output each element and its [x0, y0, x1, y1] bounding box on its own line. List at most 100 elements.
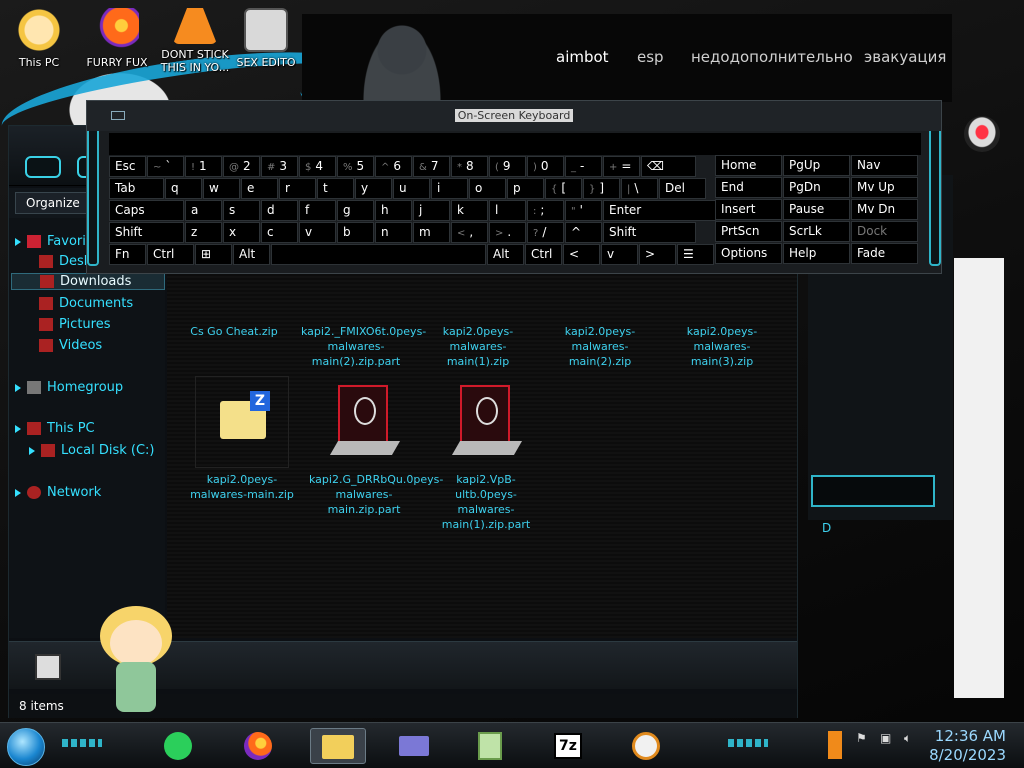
keyboard-key[interactable]: Fn	[109, 244, 146, 265]
keyboard-key[interactable]: r	[279, 178, 316, 199]
keyboard-key[interactable]: y	[355, 178, 392, 199]
keyboard-key[interactable]: _ -	[565, 156, 602, 177]
nav-network[interactable]: Network	[15, 485, 101, 500]
keyboard-key[interactable]: % 5	[337, 156, 374, 177]
keyboard-nav-key[interactable]: Mv Up	[851, 177, 918, 198]
keyboard-key[interactable]: Ctrl	[525, 244, 562, 265]
keyboard-key[interactable]	[271, 244, 486, 265]
keyboard-key[interactable]: d	[261, 200, 298, 221]
keyboard-key[interactable]: t	[317, 178, 354, 199]
keyboard-nav-key[interactable]: Nav	[851, 155, 918, 176]
taskbar-firefox[interactable]	[230, 728, 286, 764]
nav-videos[interactable]: Videos	[39, 338, 102, 353]
tab-evacuation[interactable]: эвакуация	[864, 48, 946, 66]
keyboard-key[interactable]: ! 1	[185, 156, 222, 177]
keyboard-nav-key[interactable]: Pause	[783, 199, 850, 220]
keyboard-key[interactable]: Shift	[603, 222, 696, 243]
keyboard-key[interactable]: ) 0	[527, 156, 564, 177]
keyboard-key[interactable]: v	[299, 222, 336, 243]
taskbar-7zip[interactable]: 7z	[540, 728, 596, 764]
desktop-icon-sex-edito[interactable]: SEX EDITO	[234, 8, 298, 69]
taskbar-control-panel[interactable]	[386, 728, 442, 764]
nav-documents[interactable]: Documents	[39, 296, 133, 311]
tab-extra[interactable]: недодополнительно	[691, 48, 853, 66]
keyboard-key[interactable]: a	[185, 200, 222, 221]
keyboard-key[interactable]: <	[563, 244, 600, 265]
keyboard-key[interactable]: Alt	[233, 244, 270, 265]
keyboard-key[interactable]: Caps	[109, 200, 184, 221]
keyboard-nav-key[interactable]: Insert	[715, 199, 782, 220]
keyboard-key[interactable]: ⌫	[641, 156, 696, 177]
keyboard-titlebar[interactable]: On-Screen Keyboard	[87, 101, 941, 131]
expand-arrow-icon[interactable]	[15, 237, 21, 246]
flag-icon[interactable]: ⚑	[856, 731, 867, 759]
keyboard-key[interactable]: >	[639, 244, 676, 265]
organize-button[interactable]: Organize	[15, 192, 95, 214]
keyboard-key[interactable]: e	[241, 178, 278, 199]
back-button[interactable]	[25, 156, 61, 178]
keyboard-nav-key[interactable]: Home	[715, 155, 782, 176]
expand-arrow-icon[interactable]	[15, 488, 21, 497]
keyboard-key[interactable]: Del	[659, 178, 706, 199]
keyboard-key[interactable]: w	[203, 178, 240, 199]
file-item[interactable]: kapi2.G_DRRbQu.0peys-malwares-main.zip.p…	[309, 376, 443, 517]
keyboard-key[interactable]: Tab	[109, 178, 164, 199]
expand-arrow-icon[interactable]	[15, 383, 21, 392]
keyboard-key[interactable]: f	[299, 200, 336, 221]
expand-arrow-icon[interactable]	[29, 446, 35, 455]
keyboard-key[interactable]: >.	[489, 222, 526, 243]
keyboard-key[interactable]: Enter	[603, 200, 716, 221]
keyboard-nav-key[interactable]: Options	[715, 243, 782, 264]
keyboard-key[interactable]: " '	[565, 200, 602, 221]
keyboard-key[interactable]: @2	[223, 156, 260, 177]
keyboard-key[interactable]: s	[223, 200, 260, 221]
keyboard-key[interactable]: ☰	[677, 244, 714, 265]
keyboard-nav-key[interactable]: PgDn	[783, 177, 850, 198]
keyboard-key[interactable]: l	[489, 200, 526, 221]
file-item[interactable]: kapi2.0peys-malwares-main(3).zip	[667, 324, 777, 369]
keyboard-key[interactable]: ⊞	[195, 244, 232, 265]
keyboard-key[interactable]: u	[393, 178, 430, 199]
network-tray-icon[interactable]: ▣	[880, 731, 891, 759]
keyboard-key[interactable]: + =	[603, 156, 640, 177]
keyboard-key[interactable]: m	[413, 222, 450, 243]
keyboard-nav-key[interactable]: Mv Dn	[851, 199, 918, 220]
keyboard-key[interactable]: | \	[621, 178, 658, 199]
keyboard-key[interactable]: * 8	[451, 156, 488, 177]
file-item[interactable]: kapi2.0peys-malwares-main(1).zip	[423, 324, 533, 369]
desktop-icon-this-pc[interactable]: This PC	[0, 8, 78, 69]
keyboard-nav-key[interactable]: PgUp	[783, 155, 850, 176]
keyboard-key[interactable]: Alt	[487, 244, 524, 265]
nav-downloads[interactable]: Downloads	[11, 273, 165, 290]
background-window-button[interactable]	[811, 475, 935, 507]
file-item[interactable]: kapi2.0peys-malwares-main.zip	[187, 376, 297, 502]
desktop-icon-furry-fux[interactable]: FURRY FUX	[78, 8, 156, 69]
keyboard-key[interactable]: ^	[565, 222, 602, 243]
expand-arrow-icon[interactable]	[15, 424, 21, 433]
keyboard-key[interactable]: :;	[527, 200, 564, 221]
keyboard-key[interactable]: n	[375, 222, 412, 243]
keyboard-key[interactable]: ~ `	[147, 156, 184, 177]
keyboard-key[interactable]: k	[451, 200, 488, 221]
keyboard-nav-key[interactable]: Fade	[851, 243, 918, 264]
keyboard-nav-key[interactable]: Dock	[851, 221, 918, 242]
nav-pictures[interactable]: Pictures	[39, 317, 110, 332]
keyboard-key[interactable]: i	[431, 178, 468, 199]
taskbar-counter-strike[interactable]	[618, 728, 674, 764]
tab-esp[interactable]: esp	[637, 48, 664, 66]
file-item[interactable]: kapi2.0peys-malwares-main(2).zip	[545, 324, 655, 369]
keyboard-key[interactable]: b	[337, 222, 374, 243]
tray-icon-fire[interactable]	[828, 731, 842, 759]
volume-icon[interactable]: 🔈︎	[904, 731, 911, 759]
keyboard-key[interactable]: o	[469, 178, 506, 199]
desktop-icon-dont-stick[interactable]: DONT STICK THIS IN YO...	[156, 8, 234, 74]
file-item[interactable]: kapi2.VpB-ultb.0peys-malwares-main(1).zi…	[431, 376, 541, 532]
keyboard-key[interactable]: $4	[299, 156, 336, 177]
keyboard-key[interactable]: c	[261, 222, 298, 243]
keyboard-nav-key[interactable]: ScrLk	[783, 221, 850, 242]
keyboard-key[interactable]: }]	[583, 178, 620, 199]
keyboard-key[interactable]: {[	[545, 178, 582, 199]
keyboard-key[interactable]: Ctrl	[147, 244, 194, 265]
keyboard-key[interactable]: Esc	[109, 156, 146, 177]
tab-aimbot[interactable]: aimbot	[556, 48, 609, 66]
